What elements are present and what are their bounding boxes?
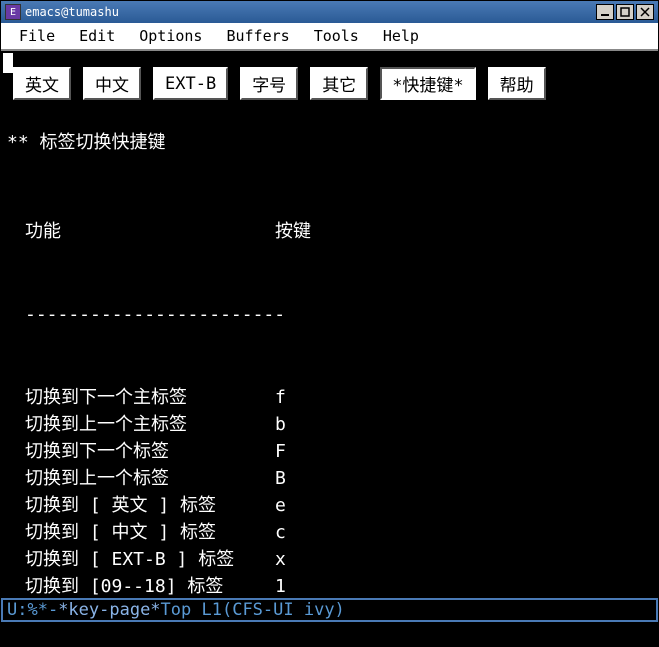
- row-function: 切换到上一个标签: [25, 465, 275, 492]
- app-icon: E: [5, 4, 21, 20]
- tab-chinese[interactable]: 中文: [83, 67, 141, 100]
- buffer-content[interactable]: 英文 中文 EXT-B 字号 其它 *快捷键* 帮助 ** 标签切换快捷键 功能…: [1, 51, 658, 598]
- maximize-button[interactable]: [616, 4, 634, 20]
- menu-help[interactable]: Help: [371, 23, 431, 49]
- table-row: 切换到 [ 英文 ] 标签e: [25, 492, 652, 519]
- header-function: 功能: [25, 218, 275, 245]
- tab-fontsize[interactable]: 字号: [240, 67, 298, 100]
- menu-options[interactable]: Options: [127, 23, 214, 49]
- table-row: 切换到上一个主标签b: [25, 411, 652, 438]
- row-function: 切换到 [ EXT-B ] 标签: [25, 546, 275, 573]
- table-row: 切换到 [ 中文 ] 标签c: [25, 519, 652, 546]
- titlebar: E emacs@tumashu: [1, 1, 658, 23]
- minimize-button[interactable]: [596, 4, 614, 20]
- menu-buffers[interactable]: Buffers: [214, 23, 301, 49]
- row-function: 切换到 [ 中文 ] 标签: [25, 519, 275, 546]
- row-key: f: [275, 384, 286, 411]
- row-key: b: [275, 411, 286, 438]
- table-row: 切换到下一个主标签f: [25, 384, 652, 411]
- modeline-modes: (CFS-UI ivy): [222, 600, 345, 620]
- close-button[interactable]: [636, 4, 654, 20]
- table-row: 切换到 [ EXT-B ] 标签x: [25, 546, 652, 573]
- modeline-position: Top L1: [161, 600, 222, 620]
- row-key: F: [275, 438, 286, 465]
- table-header: 功能按键: [25, 218, 652, 245]
- menu-file[interactable]: File: [7, 23, 67, 49]
- row-function: 切换到 [09--18] 标签: [25, 573, 275, 598]
- tab-shortcuts[interactable]: *快捷键*: [380, 67, 475, 100]
- row-function: 切换到下一个主标签: [25, 384, 275, 411]
- row-key: 1: [275, 573, 286, 598]
- shortcut-table: 功能按键 ------------------------ 切换到下一个主标签f…: [1, 164, 658, 598]
- window-controls: [596, 4, 654, 20]
- table-row: 切换到下一个标签F: [25, 438, 652, 465]
- header-key: 按键: [275, 218, 311, 245]
- row-function: 切换到 [ 英文 ] 标签: [25, 492, 275, 519]
- tab-english[interactable]: 英文: [13, 67, 71, 100]
- text-cursor: [3, 53, 13, 73]
- row-key: x: [275, 546, 286, 573]
- table-divider: ------------------------: [25, 301, 652, 328]
- table-row: 切换到上一个标签B: [25, 465, 652, 492]
- tab-other[interactable]: 其它: [310, 67, 368, 100]
- window-title: emacs@tumashu: [25, 5, 596, 19]
- tab-help[interactable]: 帮助: [488, 67, 546, 100]
- menu-edit[interactable]: Edit: [67, 23, 127, 49]
- modeline-buffer: *key-page*: [58, 600, 160, 620]
- modeline: U:%*- *key-page* Top L1 (CFS-UI ivy): [1, 598, 658, 622]
- tab-extb[interactable]: EXT-B: [153, 67, 228, 100]
- row-key: e: [275, 492, 286, 519]
- row-function: 切换到上一个主标签: [25, 411, 275, 438]
- row-key: B: [275, 465, 286, 492]
- modeline-status: U:%*-: [7, 600, 58, 620]
- emacs-window: E emacs@tumashu File Edit Options Buffer…: [0, 0, 659, 647]
- row-key: c: [275, 519, 286, 546]
- tab-row: 英文 中文 EXT-B 字号 其它 *快捷键* 帮助: [1, 51, 658, 108]
- section-title: ** 标签切换快捷键: [1, 108, 658, 164]
- table-row: 切换到 [09--18] 标签1: [25, 573, 652, 598]
- row-function: 切换到下一个标签: [25, 438, 275, 465]
- menubar: File Edit Options Buffers Tools Help: [1, 23, 658, 51]
- minibuffer[interactable]: [1, 622, 658, 646]
- menu-tools[interactable]: Tools: [302, 23, 371, 49]
